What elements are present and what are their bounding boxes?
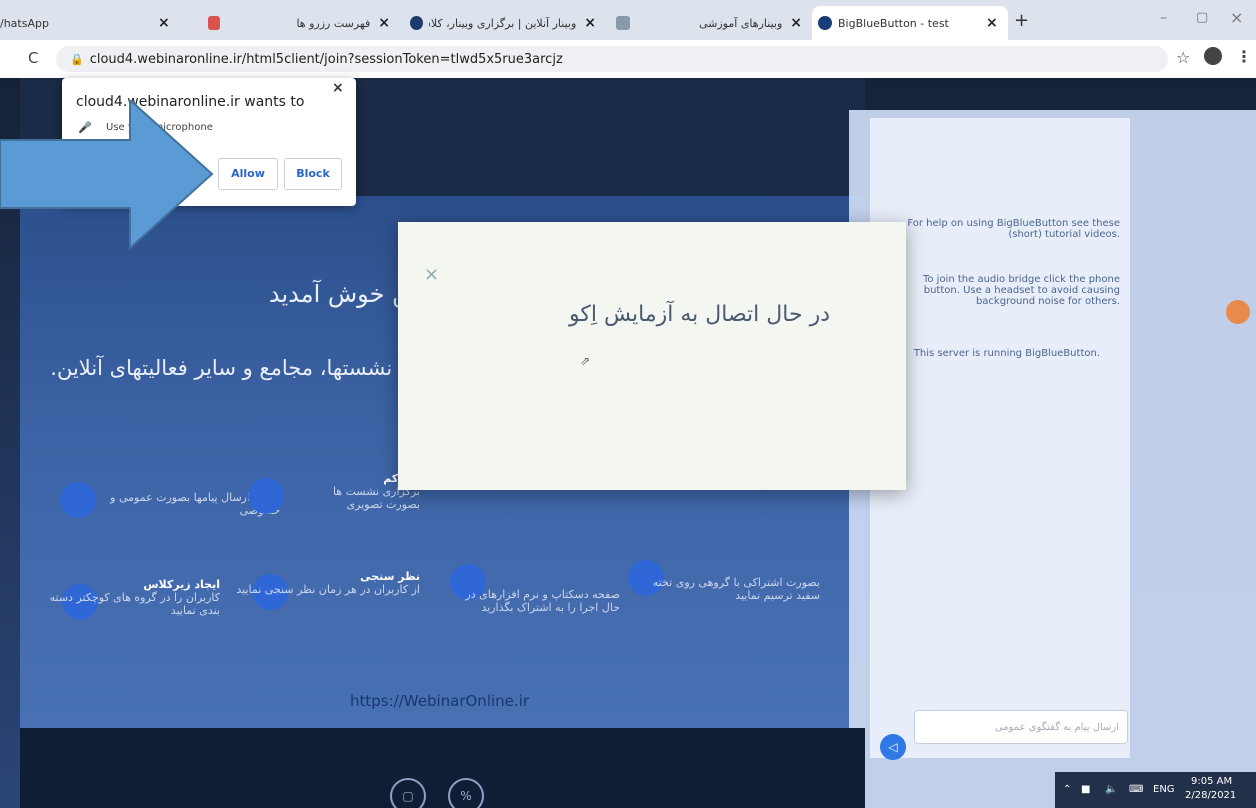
modal-message: در حال اتصال به آزمایش اِکو <box>569 302 830 327</box>
mouse-cursor-icon: ⇗ <box>580 354 591 368</box>
public-chat-panel <box>870 118 1130 758</box>
chat-message: To join the audio bridge click the phone… <box>922 274 1120 307</box>
site-favicon-icon <box>616 16 630 30</box>
feature-breakout: ایجاد زیرکلاس کاربران را در گروه های کوچ… <box>30 578 220 617</box>
tab-title: وبینار آنلاین | برگزاری وبینار، کلاس آ <box>429 16 577 30</box>
video-off-icon[interactable]: ▢ <box>390 778 426 808</box>
site-favicon-icon <box>208 16 220 30</box>
language-indicator[interactable]: ENG <box>1153 784 1175 795</box>
feature-webcam: وب کم برگزاری نشست ها بصورت تصویری <box>230 472 420 511</box>
send-button[interactable]: ◁ <box>880 734 906 760</box>
tab-webinars-training[interactable]: وبینارهای آموزشی × <box>610 6 810 40</box>
user-avatar[interactable] <box>1226 300 1250 324</box>
feature-title: ایجاد زیرکلاس <box>143 578 220 591</box>
chat-message: For help on using BigBlueButton see thes… <box>907 218 1120 240</box>
webinar-logo-icon <box>410 16 423 30</box>
profile-avatar-icon[interactable] <box>1204 47 1222 65</box>
feature-desc: صفحه دسکتاپ و نرم افزارهای در حال اجرا ر… <box>465 588 620 614</box>
clock-time: 9:05 AM <box>1191 776 1233 787</box>
menu-kebab-icon[interactable]: ⋮ <box>1236 47 1252 66</box>
bigbluebutton-logo-icon <box>818 16 832 30</box>
tab-title: /hatsApp <box>0 16 49 30</box>
url-field[interactable]: 🔒 cloud4.webinaronline.ir/html5client/jo… <box>56 46 1168 72</box>
close-icon[interactable]: × <box>790 15 802 31</box>
block-button[interactable]: Block <box>284 158 342 190</box>
feature-title: نظر سنجی <box>360 570 420 583</box>
clock-date: 2/28/2021 <box>1185 790 1237 801</box>
close-icon[interactable]: × <box>378 15 390 31</box>
system-taskbar: ⌃ ■ 🔈 ⌨ ENG 9:05 AM 2/28/2021 <box>1055 772 1256 808</box>
feature-poll: نظر سنجی از کاربران در هر زمان نظر سنجی … <box>230 570 420 596</box>
action-bar <box>20 728 865 808</box>
close-icon[interactable]: × <box>158 15 170 31</box>
permission-close-button[interactable]: × <box>332 80 344 96</box>
tab-bigbluebutton[interactable]: BigBlueButton - test × <box>812 6 1008 40</box>
lock-icon: 🔒 <box>70 52 84 66</box>
network-icon[interactable]: ■ <box>1081 784 1090 795</box>
tab-title: فهرست رزرو ها <box>296 16 371 30</box>
modal-close-button[interactable]: × <box>424 264 439 285</box>
tab-whatsapp[interactable]: /hatsApp × <box>0 6 200 40</box>
feature-title: وب کم <box>383 472 420 485</box>
site-link[interactable]: https://WebinarOnline.ir <box>350 692 529 710</box>
browser-tab-bar: /hatsApp × فهرست رزرو ها × وبینار آنلاین… <box>0 0 1256 40</box>
feature-desc: از کاربران در هر زمان نظر سنجی نمایید <box>236 583 420 596</box>
minimize-button[interactable]: – <box>1160 10 1167 26</box>
tab-pinned[interactable] <box>202 6 226 40</box>
reload-button[interactable]: C <box>28 49 38 67</box>
feature-screenshare: صفحه دسکتاپ و نرم افزارهای در حال اجرا ر… <box>450 588 620 614</box>
arrow-annotation-icon <box>0 100 214 250</box>
system-tray-icon[interactable]: ⌃ <box>1063 784 1071 795</box>
feature-desc: بصورت اشتراکی با گروهی روی تخته سفید ترس… <box>652 576 820 602</box>
keyboard-icon[interactable]: ⌨ <box>1129 784 1143 795</box>
tab-title: BigBlueButton - test <box>838 16 949 30</box>
maximize-button[interactable]: ▢ <box>1196 10 1208 25</box>
close-icon[interactable]: × <box>986 15 998 31</box>
echo-test-modal <box>398 222 906 490</box>
volume-icon[interactable]: 🔈 <box>1105 784 1117 795</box>
tab-title: وبینارهای آموزشی <box>699 16 783 30</box>
url-text: cloud4.webinaronline.ir/html5client/join… <box>89 51 563 67</box>
mute-icon[interactable]: % <box>448 778 484 808</box>
chat-message-input[interactable]: ارسال پیام به گفتگوی عمومی <box>914 710 1128 744</box>
feature-desc: کاربران را در گروه های کوچکتر دسته بندی … <box>49 591 220 617</box>
tab-reservations[interactable]: فهرست رزرو ها × <box>238 6 398 40</box>
bookmark-star-icon[interactable]: ☆ <box>1176 48 1190 67</box>
tab-webinar-online[interactable]: وبینار آنلاین | برگزاری وبینار، کلاس آ × <box>404 6 604 40</box>
window-close-button[interactable]: × <box>1230 8 1243 27</box>
feature-whiteboard: بصورت اشتراکی با گروهی روی تخته سفید ترس… <box>640 576 820 602</box>
close-icon[interactable]: × <box>584 15 596 31</box>
chat-message: This server is running BigBlueButton. <box>913 348 1100 359</box>
new-tab-button[interactable]: + <box>1014 10 1029 31</box>
